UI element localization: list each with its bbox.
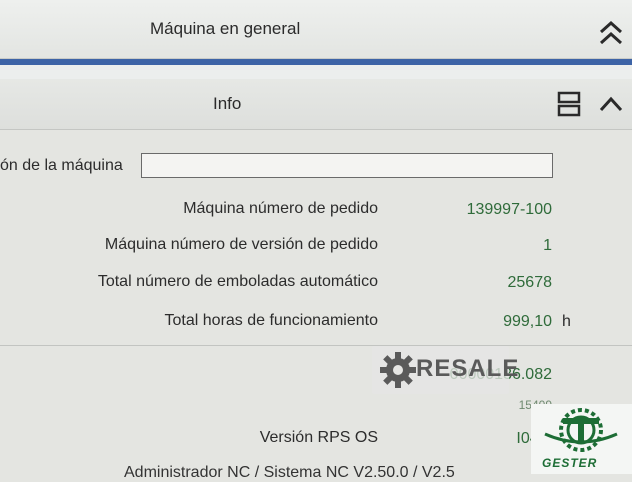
gester-emblem: [544, 408, 618, 452]
gear-icon: [380, 352, 416, 388]
chevron-up-icon[interactable]: [598, 94, 624, 114]
row-unit: h: [562, 313, 571, 330]
row-value: 1: [543, 237, 552, 254]
layout-split-icon[interactable]: [556, 90, 582, 118]
panel-title: Info: [213, 94, 242, 113]
row-label: Versión RPS OS: [259, 429, 378, 446]
gester-logo: GESTER: [531, 404, 632, 474]
section-divider: [0, 345, 632, 346]
row-label: Máquina número de versión de pedido: [104, 236, 378, 253]
panel-header-maquina-en-general[interactable]: Máquina en general: [0, 0, 632, 59]
machine-name-label: ón de la máquina: [0, 157, 123, 174]
row-value: 139997-100: [466, 201, 552, 218]
panel-title: Máquina en general: [150, 19, 301, 38]
panel-header-info[interactable]: Info: [0, 79, 632, 130]
row-label: Máquina número de pedido: [183, 200, 378, 217]
panel-gap: [0, 65, 632, 79]
watermark-text: RESALE: [416, 355, 520, 382]
nc-version-row-partial: Administrador NC / Sistema NC V2.50.0 / …: [124, 464, 455, 481]
row-value: 25678: [507, 274, 553, 291]
double-chevron-up-icon[interactable]: [597, 18, 625, 48]
row-value: 999,10: [503, 313, 552, 330]
machine-name-input[interactable]: [141, 153, 553, 178]
logo-text: GESTER: [542, 456, 598, 470]
resale-watermark: RESALE: [372, 346, 518, 394]
row-label: Total número de emboladas automático: [97, 273, 378, 290]
row-label: Total horas de funcionamiento: [164, 312, 378, 329]
